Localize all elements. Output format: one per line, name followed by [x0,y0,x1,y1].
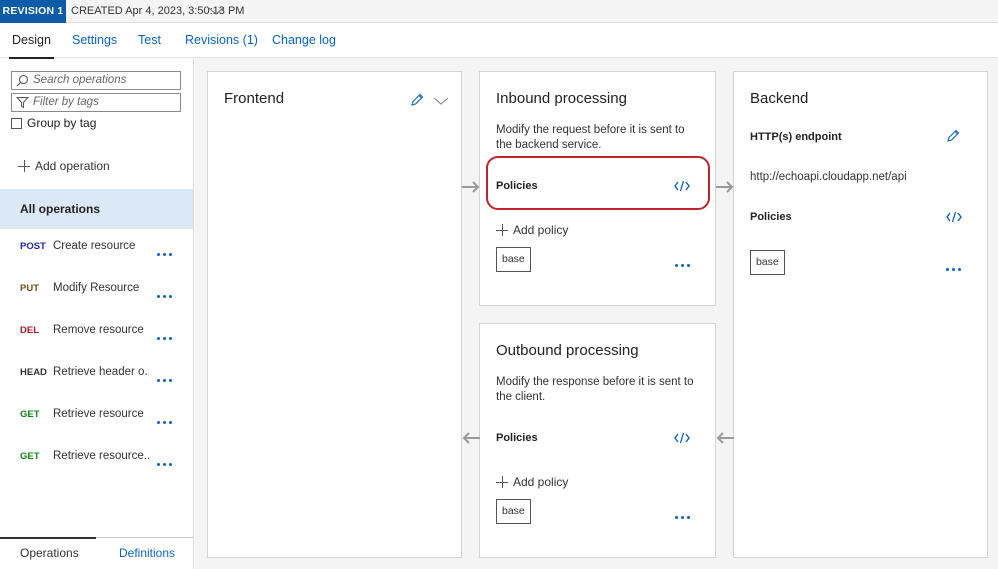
more-options-icon[interactable] [157,337,173,341]
more-options-icon[interactable] [157,379,173,383]
operation-item[interactable]: HEAD Retrieve header o... [0,355,193,395]
more-options-icon[interactable] [675,516,691,520]
bottom-tab-bar: Operations Definitions [0,537,193,569]
group-by-tag-label: Group by tag [27,116,97,130]
plus-icon [496,476,508,488]
http-endpoint-label: HTTP(s) endpoint [750,131,842,143]
endpoint-url: http://echoapi.cloudapp.net/api [750,171,907,183]
arrow-right-icon [716,181,734,193]
operation-name: Modify Resource [53,282,140,294]
more-options-icon[interactable] [157,463,173,467]
inbound-policies-label: Policies [496,180,538,192]
tab-definitions[interactable]: Definitions [119,546,175,560]
operation-verb: HEAD [20,367,47,378]
all-operations-item[interactable]: All operations [0,189,193,229]
operation-item[interactable]: PUT Modify Resource [0,271,193,311]
revision-badge: REVISION 1 [0,0,66,23]
operation-item[interactable]: DEL Remove resource [0,313,193,353]
outbound-processing-card: Outbound processing Modify the response … [479,323,716,558]
backend-policies-label: Policies [750,211,792,223]
filter-icon [16,97,29,109]
tab-design[interactable]: Design [9,24,54,59]
arrow-right-icon [462,181,480,193]
tab-settings[interactable]: Settings [72,24,117,58]
operation-item[interactable]: GET Retrieve resource [0,397,193,437]
inbound-description: Modify the request before it is sent to … [496,124,685,151]
more-options-icon[interactable] [675,264,691,268]
group-by-tag-row[interactable]: Group by tag [11,116,96,130]
operation-item[interactable]: POST Create resource [0,229,193,269]
operation-name: Retrieve resource [53,408,144,420]
pencil-icon[interactable] [946,129,960,143]
frontend-card: Frontend [207,71,462,558]
add-operation-label: Add operation [35,159,110,173]
base-policy[interactable]: base [496,247,531,272]
operation-name: Create resource [53,240,136,252]
operation-verb: GET [20,409,40,420]
tab-test[interactable]: Test [138,24,161,58]
code-editor-icon[interactable] [674,180,690,192]
arrow-left-icon [462,432,480,444]
tab-change-log[interactable]: Change log [272,24,336,58]
search-operations-field[interactable]: Search operations [11,71,181,90]
operation-item[interactable]: GET Retrieve resource... [0,439,193,479]
more-options-icon[interactable] [157,421,173,425]
more-options-icon[interactable] [157,253,173,257]
add-policy-label: Add policy [513,475,569,489]
search-icon [16,74,29,87]
base-policy[interactable]: base [750,250,785,275]
operation-name: Retrieve resource... [53,450,149,462]
code-editor-icon[interactable] [946,211,962,223]
plus-icon [18,160,30,172]
code-editor-icon[interactable] [674,432,690,444]
outbound-description: Modify the response before it is sent to… [496,376,694,403]
operation-verb: PUT [20,283,39,294]
filter-tags-field[interactable]: Filter by tags [11,93,181,112]
backend-title: Backend [750,90,809,107]
arrow-left-icon [716,432,734,444]
tab-bar: Design Settings Test Revisions (1) Chang… [0,24,998,59]
plus-icon [496,224,508,236]
tab-operations[interactable]: Operations [0,537,96,560]
add-policy-label: Add policy [513,223,569,237]
add-operation-button[interactable]: Add operation [18,159,110,173]
revision-bar: REVISION 1 CREATED Apr 4, 2023, 3:50:13 … [0,0,998,23]
add-policy-button[interactable]: Add policy [496,475,568,489]
filter-tags-placeholder: Filter by tags [33,96,99,108]
operation-verb: GET [20,451,40,462]
operation-name: Retrieve header o... [53,366,149,378]
operations-panel: Search operations Filter by tags Group b… [0,58,194,569]
backend-card: Backend HTTP(s) endpoint http://echoapi.… [733,71,988,558]
chevron-down-icon[interactable] [207,5,225,17]
tab-revisions[interactable]: Revisions (1) [185,24,258,58]
add-policy-button[interactable]: Add policy [496,223,568,237]
frontend-title: Frontend [224,90,285,107]
more-options-icon[interactable] [157,295,173,299]
chevron-down-icon[interactable] [433,96,449,106]
inbound-title: Inbound processing [496,90,627,107]
operation-verb: POST [20,241,46,252]
outbound-policies-label: Policies [496,432,538,444]
base-policy[interactable]: base [496,499,531,524]
pencil-icon[interactable] [410,93,424,107]
outbound-title: Outbound processing [496,342,639,359]
more-options-icon[interactable] [946,268,962,272]
group-by-tag-checkbox[interactable] [11,117,22,129]
inbound-processing-card: Inbound processing Modify the request be… [479,71,716,306]
operation-name: Remove resource [53,324,144,336]
operation-verb: DEL [20,325,39,336]
search-operations-placeholder: Search operations [33,74,127,86]
